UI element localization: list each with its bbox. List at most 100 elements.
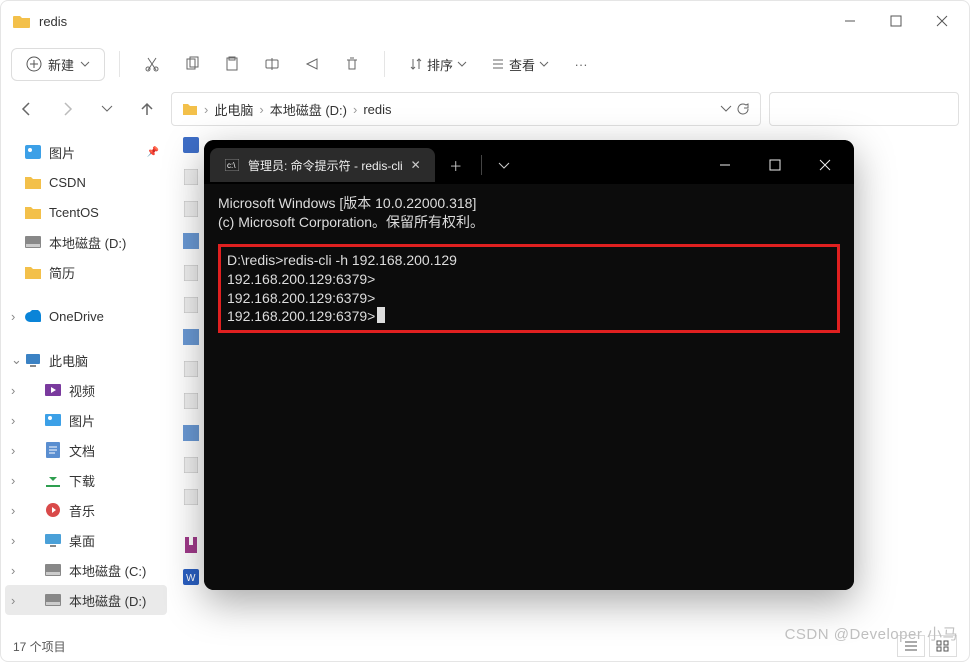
sidebar-item-pictures[interactable]: 图片📌 xyxy=(5,137,167,167)
sort-label: 排序 xyxy=(427,55,453,74)
picture-icon xyxy=(45,412,61,428)
folder-icon xyxy=(13,14,31,28)
nav-row: › 此电脑 › 本地磁盘 (D:) › redis xyxy=(1,87,969,131)
view-icon xyxy=(491,57,505,71)
new-label: 新建 xyxy=(48,55,74,74)
terminal-maximize-button[interactable] xyxy=(752,145,798,185)
item-count: 17 个项目 xyxy=(13,638,66,655)
terminal-close-button[interactable] xyxy=(802,145,848,185)
terminal-output[interactable]: Microsoft Windows [版本 10.0.22000.318] (c… xyxy=(204,184,854,590)
explorer-toolbar: 新建 排序 查看 ··· xyxy=(1,41,969,87)
disk-icon xyxy=(25,234,41,250)
sort-button[interactable]: 排序 xyxy=(399,49,477,80)
chevron-right-icon: › xyxy=(259,102,263,117)
file-icon xyxy=(183,201,199,217)
chevron-down-icon xyxy=(457,59,467,69)
cmd-icon: c:\ xyxy=(224,157,240,173)
disk-icon xyxy=(45,592,61,608)
chevron-down-icon xyxy=(539,59,549,69)
terminal-line: Microsoft Windows [版本 10.0.22000.318] xyxy=(218,194,840,213)
music-icon xyxy=(45,502,61,518)
sidebar-item-disk-d[interactable]: 本地磁盘 (D:) xyxy=(5,585,167,615)
file-icon xyxy=(183,457,199,473)
breadcrumb[interactable]: 此电脑 xyxy=(214,100,253,119)
svg-text:W: W xyxy=(186,573,196,584)
sidebar-item-csdn[interactable]: CSDN xyxy=(5,167,167,197)
paste-button[interactable] xyxy=(214,46,250,82)
terminal-line: D:\redis>redis-cli -h 192.168.200.129 xyxy=(227,251,831,270)
sidebar-item-disk-d[interactable]: 本地磁盘 (D:) xyxy=(5,227,167,257)
forward-button[interactable] xyxy=(51,93,83,125)
tab-close-icon[interactable]: ✕ xyxy=(411,158,421,172)
folder-icon xyxy=(182,101,198,117)
up-button[interactable] xyxy=(131,93,163,125)
exe-icon xyxy=(183,233,199,249)
breadcrumb[interactable]: 本地磁盘 (D:) xyxy=(270,100,347,119)
highlighted-region: D:\redis>redis-cli -h 192.168.200.129 19… xyxy=(218,244,840,334)
pin-icon: 📌 xyxy=(147,147,159,158)
terminal-line: 192.168.200.129:6379> xyxy=(227,307,831,326)
back-button[interactable] xyxy=(11,93,43,125)
sidebar-item-music[interactable]: 音乐 xyxy=(5,495,167,525)
refresh-icon[interactable] xyxy=(736,102,750,116)
cloud-icon xyxy=(25,308,41,324)
sidebar-item-resume[interactable]: 简历 xyxy=(5,257,167,287)
folder-icon xyxy=(25,174,41,190)
watermark: CSDN @Developer 小马 xyxy=(785,623,958,644)
desktop-icon xyxy=(45,532,61,548)
recent-button[interactable] xyxy=(91,93,123,125)
chevron-down-icon[interactable] xyxy=(720,102,732,116)
tab-title: 管理员: 命令提示符 - redis-cli xyxy=(248,157,403,174)
sidebar-item-pictures[interactable]: 图片 xyxy=(5,405,167,435)
search-input[interactable] xyxy=(769,92,959,126)
view-button[interactable]: 查看 xyxy=(481,49,559,80)
view-label: 查看 xyxy=(509,55,535,74)
sidebar-item-thispc[interactable]: 此电脑 xyxy=(5,345,167,375)
new-button[interactable]: 新建 xyxy=(11,48,105,81)
sidebar-item-desktop[interactable]: 桌面 xyxy=(5,525,167,555)
cut-button[interactable] xyxy=(134,46,170,82)
chevron-right-icon: › xyxy=(353,102,357,117)
file-icon xyxy=(183,169,199,185)
terminal-line: (c) Microsoft Corporation。保留所有权利。 xyxy=(218,213,840,232)
maximize-button[interactable] xyxy=(873,1,919,41)
zip-icon xyxy=(183,537,199,553)
picture-icon xyxy=(25,144,41,160)
download-icon xyxy=(45,472,61,488)
minimize-button[interactable] xyxy=(827,1,873,41)
sidebar-item-downloads[interactable]: 下载 xyxy=(5,465,167,495)
file-icon xyxy=(183,393,199,409)
rename-button[interactable] xyxy=(254,46,290,82)
file-icon xyxy=(183,297,199,313)
terminal-tabbar[interactable]: c:\ 管理员: 命令提示符 - redis-cli ✕ ＋ xyxy=(204,140,854,184)
sidebar-item-documents[interactable]: 文档 xyxy=(5,435,167,465)
explorer-titlebar[interactable]: redis xyxy=(1,1,969,41)
breadcrumb[interactable]: redis xyxy=(363,102,391,117)
terminal-window: c:\ 管理员: 命令提示符 - redis-cli ✕ ＋ Microsoft… xyxy=(204,140,854,590)
terminal-minimize-button[interactable] xyxy=(702,145,748,185)
video-icon xyxy=(45,382,61,398)
chevron-right-icon: › xyxy=(204,102,208,117)
close-button[interactable] xyxy=(919,1,965,41)
copy-button[interactable] xyxy=(174,46,210,82)
share-button[interactable] xyxy=(294,46,330,82)
exe-icon xyxy=(183,425,199,441)
file-icon xyxy=(183,361,199,377)
terminal-cursor xyxy=(377,307,385,323)
disk-icon xyxy=(45,562,61,578)
sidebar-item-onedrive[interactable]: OneDrive xyxy=(5,301,167,331)
tab-dropdown-button[interactable] xyxy=(490,159,518,171)
terminal-line: 192.168.200.129:6379> xyxy=(227,270,831,289)
plus-circle-icon xyxy=(26,56,42,72)
delete-button[interactable] xyxy=(334,46,370,82)
more-button[interactable]: ··· xyxy=(563,46,599,82)
address-bar[interactable]: › 此电脑 › 本地磁盘 (D:) › redis xyxy=(171,92,761,126)
sidebar-item-disk-c[interactable]: 本地磁盘 (C:) xyxy=(5,555,167,585)
terminal-tab[interactable]: c:\ 管理员: 命令提示符 - redis-cli ✕ xyxy=(210,148,435,182)
new-tab-button[interactable]: ＋ xyxy=(439,148,473,182)
sidebar-item-tcentos[interactable]: TcentOS xyxy=(5,197,167,227)
sidebar: 图片📌 CSDN TcentOS 本地磁盘 (D:) 简历 OneDrive 此… xyxy=(1,131,171,631)
sidebar-item-videos[interactable]: 视频 xyxy=(5,375,167,405)
folder-icon xyxy=(25,264,41,280)
file-icon xyxy=(183,265,199,281)
